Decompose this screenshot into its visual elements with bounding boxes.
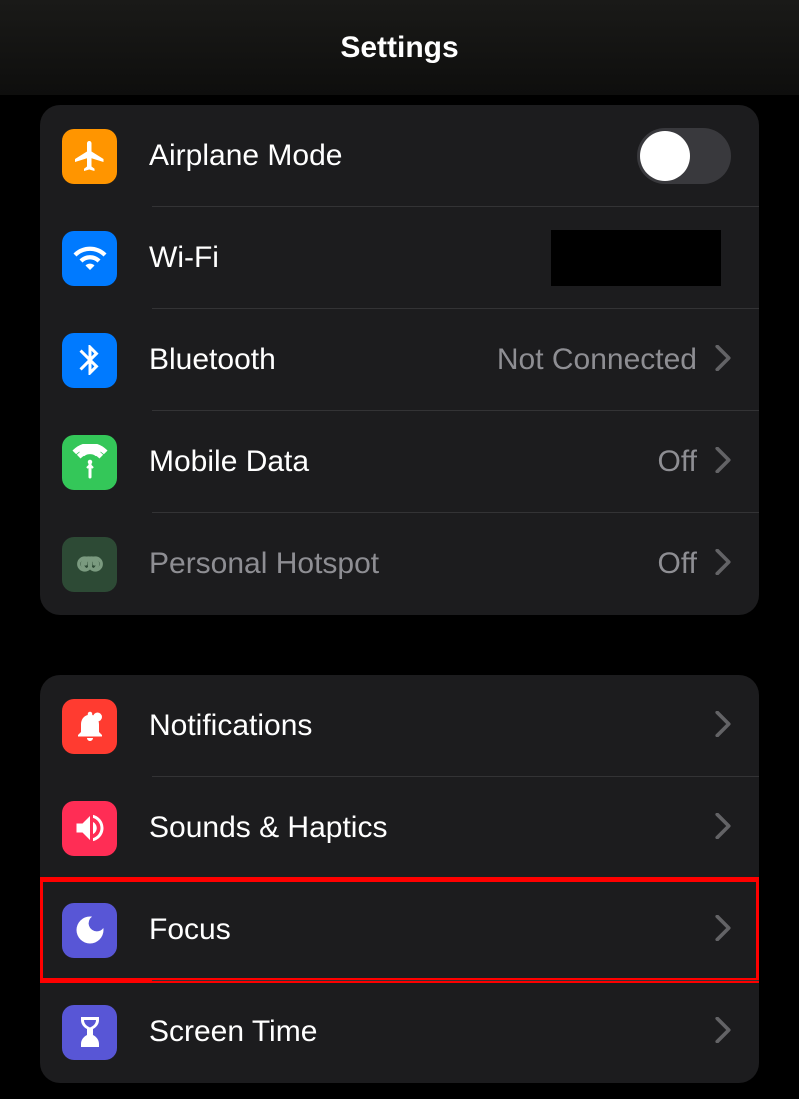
- sounds-icon: [62, 801, 117, 856]
- row-value: Not Connected: [497, 343, 697, 377]
- row-mobile-data[interactable]: Mobile Data Off: [40, 411, 759, 513]
- chevron-right-icon: [715, 447, 731, 478]
- bluetooth-icon: [62, 333, 117, 388]
- wifi-icon: [62, 231, 117, 286]
- row-value: Off: [658, 547, 697, 581]
- row-sounds-haptics[interactable]: Sounds & Haptics: [40, 777, 759, 879]
- chevron-right-icon: [715, 345, 731, 376]
- chevron-right-icon: [715, 813, 731, 844]
- row-label: Airplane Mode: [149, 139, 637, 173]
- row-label: Wi-Fi: [149, 241, 551, 275]
- notifications-icon: [62, 699, 117, 754]
- row-personal-hotspot[interactable]: Personal Hotspot Off: [40, 513, 759, 615]
- row-screen-time[interactable]: Screen Time: [40, 981, 759, 1083]
- row-bluetooth[interactable]: Bluetooth Not Connected: [40, 309, 759, 411]
- row-label: Bluetooth: [149, 343, 497, 377]
- chevron-right-icon: [715, 1017, 731, 1048]
- row-label: Notifications: [149, 709, 715, 743]
- row-airplane-mode[interactable]: Airplane Mode: [40, 105, 759, 207]
- row-label: Sounds & Haptics: [149, 811, 715, 845]
- wifi-value-redacted: [551, 230, 721, 286]
- focus-icon: [62, 903, 117, 958]
- mobile-data-icon: [62, 435, 117, 490]
- airplane-icon: [62, 129, 117, 184]
- header: Settings: [0, 0, 799, 95]
- row-label: Mobile Data: [149, 445, 658, 479]
- airplane-toggle[interactable]: [637, 128, 731, 184]
- row-focus[interactable]: Focus: [40, 879, 759, 981]
- row-value: Off: [658, 445, 697, 479]
- chevron-right-icon: [715, 549, 731, 580]
- settings-section-notifications: Notifications Sounds & Haptics Focus: [40, 675, 759, 1083]
- row-label: Personal Hotspot: [149, 547, 658, 581]
- chevron-right-icon: [715, 915, 731, 946]
- row-label: Focus: [149, 913, 715, 947]
- row-notifications[interactable]: Notifications: [40, 675, 759, 777]
- toggle-knob: [640, 131, 690, 181]
- page-title: Settings: [340, 31, 458, 65]
- row-label: Screen Time: [149, 1015, 715, 1049]
- screen-time-icon: [62, 1005, 117, 1060]
- hotspot-icon: [62, 537, 117, 592]
- row-wifi[interactable]: Wi-Fi: [40, 207, 759, 309]
- settings-section-connectivity: Airplane Mode Wi-Fi Bluetooth Not Connec…: [40, 105, 759, 615]
- chevron-right-icon: [715, 711, 731, 742]
